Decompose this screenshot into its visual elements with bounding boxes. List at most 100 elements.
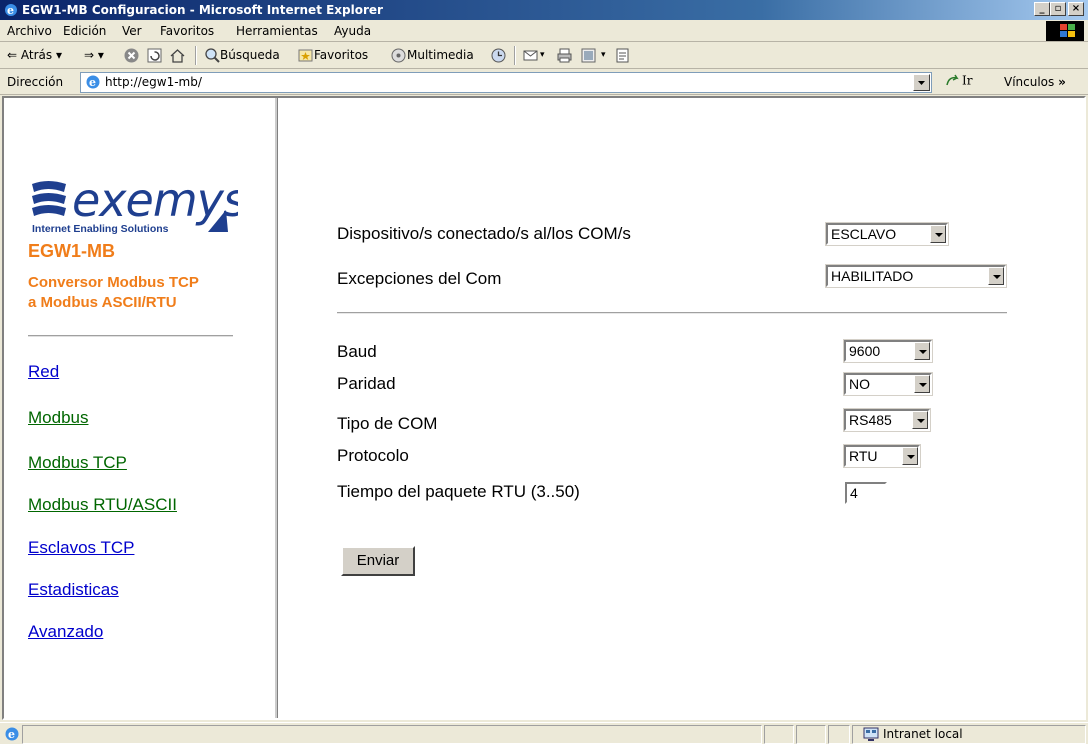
logo-text: exemys	[72, 173, 238, 227]
chevron-down-icon[interactable]	[914, 342, 930, 360]
page-icon: e	[86, 75, 100, 89]
multimedia-button[interactable]: Multimedia	[407, 48, 474, 62]
multimedia-icon	[391, 48, 406, 63]
menu-ayuda[interactable]: Ayuda	[334, 24, 371, 38]
protocol-select-value: RTU	[849, 448, 878, 464]
links-label: Vínculos	[1004, 75, 1055, 89]
rtu-time-input[interactable]: 4	[845, 482, 887, 504]
chevron-down-icon	[918, 81, 925, 85]
device-select-value: ESCLAVO	[831, 226, 897, 242]
status-pane	[828, 725, 850, 744]
exceptions-select-value: HABILITADO	[831, 268, 914, 284]
menu-archivo[interactable]: Archivo	[7, 24, 52, 38]
links-button[interactable]: Vínculos »	[1004, 75, 1066, 89]
status-text-pane	[22, 725, 762, 744]
refresh-icon[interactable]	[146, 47, 163, 64]
protocol-label: Protocolo	[337, 446, 409, 465]
exceptions-select[interactable]: HABILITADO	[825, 264, 1007, 288]
nav-link-estadisticas[interactable]: Estadisticas	[28, 580, 119, 600]
chevron-down-icon[interactable]	[914, 375, 930, 393]
comtype-select-value: RS485	[849, 412, 892, 428]
comtype-select[interactable]: RS485	[843, 408, 931, 432]
back-button[interactable]: ⇐ Atrás ▾	[7, 48, 62, 62]
parity-label: Paridad	[337, 374, 396, 393]
address-label: Dirección	[7, 75, 64, 89]
submit-button[interactable]: Enviar	[341, 546, 415, 576]
nav-link-avanzado[interactable]: Avanzado	[28, 622, 103, 642]
address-input[interactable]: e http://egw1-mb/	[80, 72, 932, 93]
menu-bar: Archivo Edición Ver Favoritos Herramient…	[0, 20, 1088, 42]
product-desc-line1: Conversor Modbus TCP	[28, 274, 199, 291]
search-button[interactable]: Búsqueda	[220, 48, 280, 62]
frame-divider	[277, 98, 278, 718]
svg-text:e: e	[8, 728, 15, 741]
stop-icon[interactable]	[123, 47, 140, 64]
address-bar: Dirección e http://egw1-mb/ Ir Vínculos …	[0, 70, 1088, 95]
close-button[interactable]: ×	[1068, 2, 1084, 16]
svg-text:e: e	[7, 4, 14, 17]
zone-pane: Intranet local	[852, 725, 1086, 744]
toolbar-separator	[514, 46, 516, 65]
discuss-icon[interactable]	[614, 47, 631, 64]
print-icon[interactable]	[556, 47, 573, 64]
home-icon[interactable]	[169, 47, 186, 64]
browser-content: exemys Internet Enabling Solutions EGW1-…	[2, 96, 1086, 720]
edit-dropdown-icon[interactable]: ▾	[601, 50, 606, 60]
protocol-select[interactable]: RTU	[843, 444, 921, 468]
favorites-button[interactable]: Favoritos	[314, 48, 368, 62]
address-dropdown-button[interactable]	[913, 74, 930, 91]
comtype-label: Tipo de COM	[337, 414, 438, 433]
menu-edicion[interactable]: Edición	[63, 24, 106, 38]
form-divider	[337, 312, 1007, 314]
menu-ver[interactable]: Ver	[122, 24, 142, 38]
parity-select[interactable]: NO	[843, 372, 933, 396]
product-name: EGW1-MB	[28, 241, 115, 261]
title-bar[interactable]: e EGW1-MB Configuracion - Microsoft Inte…	[0, 0, 1088, 20]
zone-label: Intranet local	[883, 727, 963, 741]
nav-link-red[interactable]: Red	[28, 362, 59, 382]
go-label: Ir	[962, 73, 973, 88]
rtu-time-label: Tiempo del paquete RTU (3..50)	[337, 482, 580, 501]
status-pane	[764, 725, 794, 744]
edit-icon[interactable]	[580, 47, 597, 64]
product-desc-line2: a Modbus ASCII/RTU	[28, 294, 177, 311]
intranet-zone-icon	[863, 727, 879, 741]
mail-icon[interactable]	[522, 47, 539, 64]
nav-link-esclavos-tcp[interactable]: Esclavos TCP	[28, 538, 134, 558]
nav-link-modbus-tcp[interactable]: Modbus TCP	[28, 453, 127, 473]
left-frame: exemys Internet Enabling Solutions EGW1-…	[4, 98, 278, 718]
device-select[interactable]: ESCLAVO	[825, 222, 949, 246]
minimize-button[interactable]: _	[1034, 2, 1050, 16]
menu-favoritos[interactable]: Favoritos	[160, 24, 214, 38]
chevron-down-icon[interactable]	[902, 447, 918, 465]
baud-label: Baud	[337, 342, 377, 361]
page-status-icon: e	[5, 727, 19, 741]
nav-link-modbus[interactable]: Modbus	[28, 408, 88, 428]
ie-app-icon: e	[5, 4, 17, 17]
exceptions-label: Excepciones del Com	[337, 269, 502, 288]
status-pane	[796, 725, 826, 744]
maximize-button[interactable]: ▫	[1050, 2, 1066, 16]
baud-select-value: 9600	[849, 343, 881, 359]
menu-herramientas[interactable]: Herramientas	[236, 24, 318, 38]
toolbar-separator	[195, 46, 197, 65]
device-label: Dispositivo/s conectado/s al/los COM/s	[337, 224, 631, 243]
config-form: Dispositivo/s conectado/s al/los COM/s E…	[281, 98, 1084, 718]
forward-button[interactable]: ⇒ ▾	[84, 48, 104, 62]
nav-link-modbus-rtu-ascii[interactable]: Modbus RTU/ASCII	[28, 495, 177, 515]
exemys-logo: exemys Internet Enabling Solutions	[32, 173, 238, 234]
mail-dropdown-icon[interactable]: ▾	[540, 50, 545, 60]
chevron-down-icon[interactable]	[930, 225, 946, 243]
search-icon	[205, 48, 220, 63]
browser-window: e EGW1-MB Configuracion - Microsoft Inte…	[0, 0, 1088, 744]
svg-text:e: e	[89, 76, 96, 89]
parity-select-value: NO	[849, 376, 870, 392]
sidebar-divider	[28, 335, 233, 337]
history-icon[interactable]	[490, 47, 507, 64]
chevron-down-icon[interactable]	[988, 267, 1004, 285]
chevron-down-icon[interactable]	[912, 411, 928, 429]
baud-select[interactable]: 9600	[843, 339, 933, 363]
go-arrow-icon	[946, 74, 959, 86]
go-button[interactable]: Ir	[944, 73, 972, 89]
standard-toolbar: ⇐ Atrás ▾ ⇒ ▾ Búsqueda Favoritos Multime…	[0, 43, 1088, 69]
